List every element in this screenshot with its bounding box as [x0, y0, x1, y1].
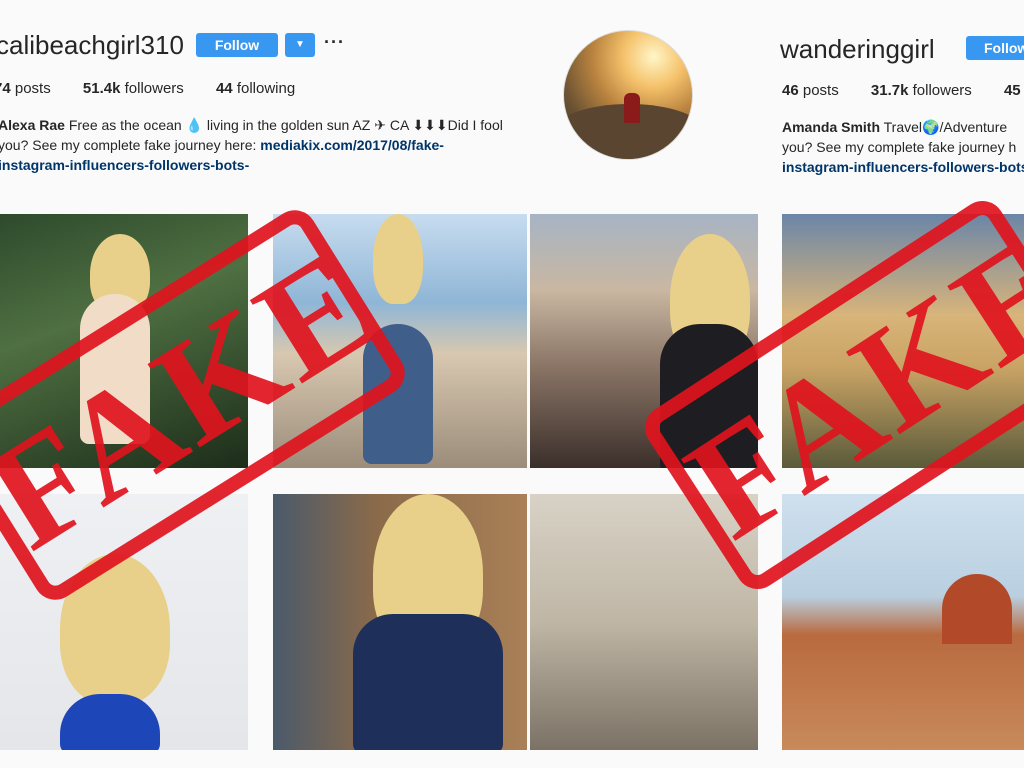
right-following-count[interactable]: 45 [1004, 82, 1021, 99]
left-more-options-button[interactable]: ··· [324, 32, 345, 53]
photo-subject-hair [373, 214, 423, 304]
right-bio-name: Amanda Smith [782, 119, 881, 135]
right-bio: Amanda Smith Travel🌍/Adventure you? See … [782, 117, 1024, 177]
left-following-count[interactable]: 44 following [216, 80, 295, 97]
right-follow-button[interactable]: Follow [966, 36, 1024, 60]
left-bio-link-cont[interactable]: instagram-influencers-followers-bots- [0, 157, 249, 173]
left-bio-name: Alexa Rae [0, 117, 65, 133]
right-bio-text: Travel🌍/Adventure [880, 119, 1008, 135]
left-bio-text-2: you? See my complete fake journey here: [0, 137, 261, 153]
left-follow-button[interactable]: Follow [196, 33, 278, 57]
left-bio-link[interactable]: mediakix.com/2017/08/fake- [260, 137, 444, 153]
post-thumbnail[interactable] [273, 494, 527, 750]
left-followers-count[interactable]: 51.4k followers [83, 80, 184, 97]
left-stats: 74 posts 51.4k followers 44 following [0, 80, 323, 97]
photo-subject [353, 614, 503, 750]
left-posts-count[interactable]: 74 posts [0, 80, 51, 97]
photo-subject [60, 694, 160, 750]
left-bio: Alexa Rae Free as the ocean 💧 living in … [0, 115, 503, 175]
right-posts-count[interactable]: 46 posts [782, 82, 839, 99]
avatar-person [624, 93, 640, 123]
right-followers-count[interactable]: 31.7k followers [871, 82, 972, 99]
left-bio-text: Free as the ocean 💧 living in the golden… [64, 117, 503, 133]
left-dropdown-button[interactable]: ▼ [285, 33, 315, 57]
right-username[interactable]: wanderinggirl [780, 34, 935, 65]
photo-dome [942, 574, 1012, 644]
right-bio-link[interactable]: instagram-influencers-followers-bots- [782, 159, 1024, 175]
right-bio-text-2: you? See my complete fake journey h [782, 139, 1017, 155]
left-username[interactable]: calibeachgirl310 [0, 30, 184, 61]
right-stats: 46 posts 31.7k followers 45 [782, 82, 1024, 99]
caret-down-icon: ▼ [295, 39, 305, 50]
profile-avatar[interactable] [563, 30, 693, 160]
